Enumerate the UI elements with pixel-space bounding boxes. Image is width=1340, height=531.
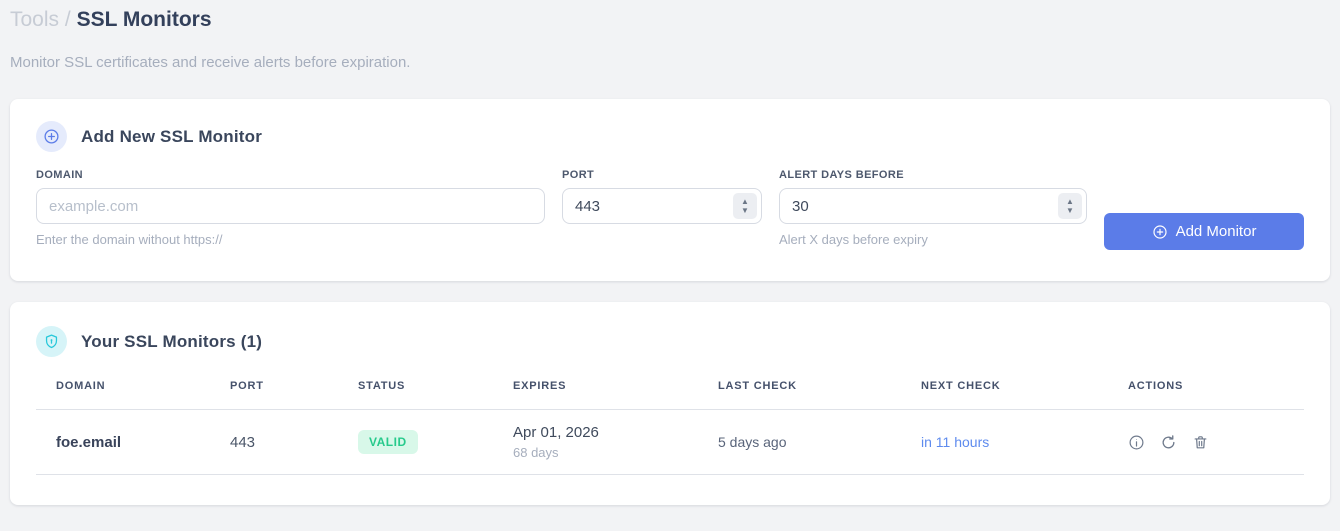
breadcrumb: Tools / SSL Monitors [10, 0, 1330, 34]
expires-cell: Apr 01, 2026 68 days [513, 424, 718, 460]
add-monitor-button-label: Add Monitor [1175, 223, 1257, 240]
monitors-table: DOMAIN PORT STATUS EXPIRES LAST CHECK NE… [36, 380, 1304, 475]
monitor-port: 443 [230, 433, 256, 451]
plus-circle-icon [36, 121, 67, 152]
port-field-group: PORT ▲ ▼ [562, 169, 762, 224]
alert-days-stepper[interactable]: ▲ ▼ [1058, 193, 1082, 219]
chevron-down-icon: ▼ [741, 205, 749, 215]
col-header-port: PORT [230, 380, 264, 392]
refresh-icon [1162, 434, 1175, 448]
alert-days-helper-text: Alert X days before expiry [779, 232, 928, 247]
plus-circle-icon [1152, 224, 1167, 239]
chevron-down-icon: ▼ [1066, 205, 1074, 215]
add-monitor-button[interactable]: Add Monitor [1104, 213, 1304, 250]
col-header-status: STATUS [358, 380, 406, 392]
status-badge: VALID [358, 430, 418, 454]
col-header-next-check: NEXT CHECK [921, 380, 1001, 392]
col-header-actions: ACTIONS [1128, 380, 1184, 392]
port-label: PORT [562, 169, 595, 181]
col-header-expires: EXPIRES [513, 380, 567, 392]
domain-label: DOMAIN [36, 169, 84, 181]
chevron-up-icon: ▲ [1066, 196, 1074, 206]
page-title: SSL Monitors [76, 8, 212, 31]
delete-button[interactable] [1192, 434, 1209, 451]
breadcrumb-separator: / [64, 8, 71, 31]
alert-days-input[interactable] [779, 188, 1087, 224]
domain-input[interactable] [36, 188, 545, 224]
port-stepper[interactable]: ▲ ▼ [733, 193, 757, 219]
trash-icon [1194, 435, 1207, 448]
chevron-up-icon: ▲ [741, 196, 749, 206]
next-check-value: in 11 hours [921, 434, 990, 450]
add-monitor-form: DOMAIN Enter the domain without https://… [36, 169, 1304, 250]
expires-days-remaining: 68 days [513, 445, 559, 460]
ssl-monitors-page: Tools / SSL Monitors Monitor SSL certifi… [0, 0, 1340, 505]
col-header-domain: DOMAIN [56, 380, 106, 392]
table-row: foe.email 443 VALID Apr 01, 2026 68 days… [36, 410, 1304, 475]
domain-field-group: DOMAIN Enter the domain without https:// [36, 169, 545, 247]
table-header-row: DOMAIN PORT STATUS EXPIRES LAST CHECK NE… [36, 380, 1304, 410]
last-check-value: 5 days ago [718, 434, 787, 450]
alert-days-label: ALERT DAYS BEFORE [779, 169, 904, 181]
monitor-domain: foe.email [56, 433, 122, 451]
page-subtitle: Monitor SSL certificates and receive ale… [10, 54, 411, 71]
add-monitor-card: Add New SSL Monitor DOMAIN Enter the dom… [10, 99, 1330, 281]
row-actions [1128, 434, 1304, 451]
expires-date: Apr 01, 2026 [513, 424, 599, 441]
monitors-card-title: Your SSL Monitors (1) [81, 331, 263, 351]
alert-days-field-group: ALERT DAYS BEFORE ▲ ▼ Alert X days befor… [779, 169, 1087, 247]
col-header-last-check: LAST CHECK [718, 380, 797, 392]
info-button[interactable] [1128, 434, 1145, 451]
monitors-card: Your SSL Monitors (1) DOMAIN PORT STATUS… [10, 302, 1330, 505]
add-monitor-card-title: Add New SSL Monitor [81, 126, 263, 146]
info-icon [1129, 435, 1144, 449]
add-monitor-card-header: Add New SSL Monitor [36, 121, 1304, 152]
breadcrumb-parent[interactable]: Tools [10, 8, 59, 31]
port-input[interactable] [562, 188, 762, 224]
domain-helper-text: Enter the domain without https:// [36, 232, 223, 247]
monitors-card-header: Your SSL Monitors (1) [36, 326, 1304, 357]
refresh-button[interactable] [1160, 434, 1177, 451]
status-cell: VALID [358, 430, 513, 454]
shield-icon [36, 326, 67, 357]
